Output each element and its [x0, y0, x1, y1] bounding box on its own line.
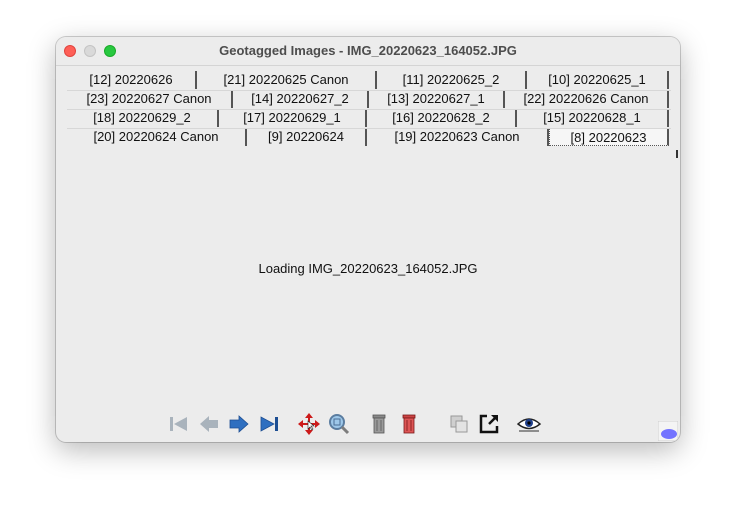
resize-handle[interactable] [657, 420, 679, 442]
first-icon[interactable] [166, 411, 192, 437]
toolbar [166, 411, 566, 437]
tab-bar: [12] 20220626 [21] 20220625 Canon [11] 2… [67, 71, 671, 149]
loading-message: Loading IMG_20220623_164052.JPG [258, 261, 478, 276]
tab-17[interactable]: [17] 20220629_1 [219, 109, 367, 127]
tab-row-divider [67, 128, 671, 129]
tab-9[interactable]: [9] 20220624 [247, 128, 367, 146]
tab-10[interactable]: [10] 20220625_1 [527, 71, 669, 89]
previous-icon[interactable] [196, 411, 222, 437]
tab-23[interactable]: [23] 20220627 Canon [67, 90, 233, 108]
tab-21[interactable]: [21] 20220625 Canon [197, 71, 377, 89]
tab-13[interactable]: [13] 20220627_1 [369, 90, 505, 108]
tab-19[interactable]: [19] 20220623 Canon [367, 128, 549, 146]
zoom-icon[interactable] [326, 411, 352, 437]
eye-icon[interactable] [516, 411, 542, 437]
tab-15[interactable]: [15] 20220628_1 [517, 109, 669, 127]
title-bar[interactable]: Geotagged Images - IMG_20220623_164052.J… [56, 37, 680, 66]
tab-row-divider [67, 109, 671, 110]
tab-11[interactable]: [11] 20220625_2 [377, 71, 527, 89]
tab-18[interactable]: [18] 20220629_2 [67, 109, 219, 127]
window-title: Geotagged Images - IMG_20220623_164052.J… [219, 43, 517, 58]
move-icon[interactable] [296, 411, 322, 437]
tab-20[interactable]: [20] 20220624 Canon [67, 128, 247, 146]
tab-12[interactable]: [12] 20220626 [67, 71, 197, 89]
open-external-icon[interactable] [476, 411, 502, 437]
window: Geotagged Images - IMG_20220623_164052.J… [56, 37, 680, 442]
tab-16[interactable]: [16] 20220628_2 [367, 109, 517, 127]
copy-icon[interactable] [446, 411, 472, 437]
tab-row-divider [67, 90, 671, 91]
last-icon[interactable] [256, 411, 282, 437]
tab-22[interactable]: [22] 20220626 Canon [505, 90, 669, 108]
content-edge [676, 150, 678, 158]
tab-14[interactable]: [14] 20220627_2 [233, 90, 369, 108]
next-icon[interactable] [226, 411, 252, 437]
delete-red-icon[interactable] [396, 411, 422, 437]
trash-icon[interactable] [366, 411, 392, 437]
tab-8-selected[interactable]: [8] 20220623 [549, 128, 669, 146]
